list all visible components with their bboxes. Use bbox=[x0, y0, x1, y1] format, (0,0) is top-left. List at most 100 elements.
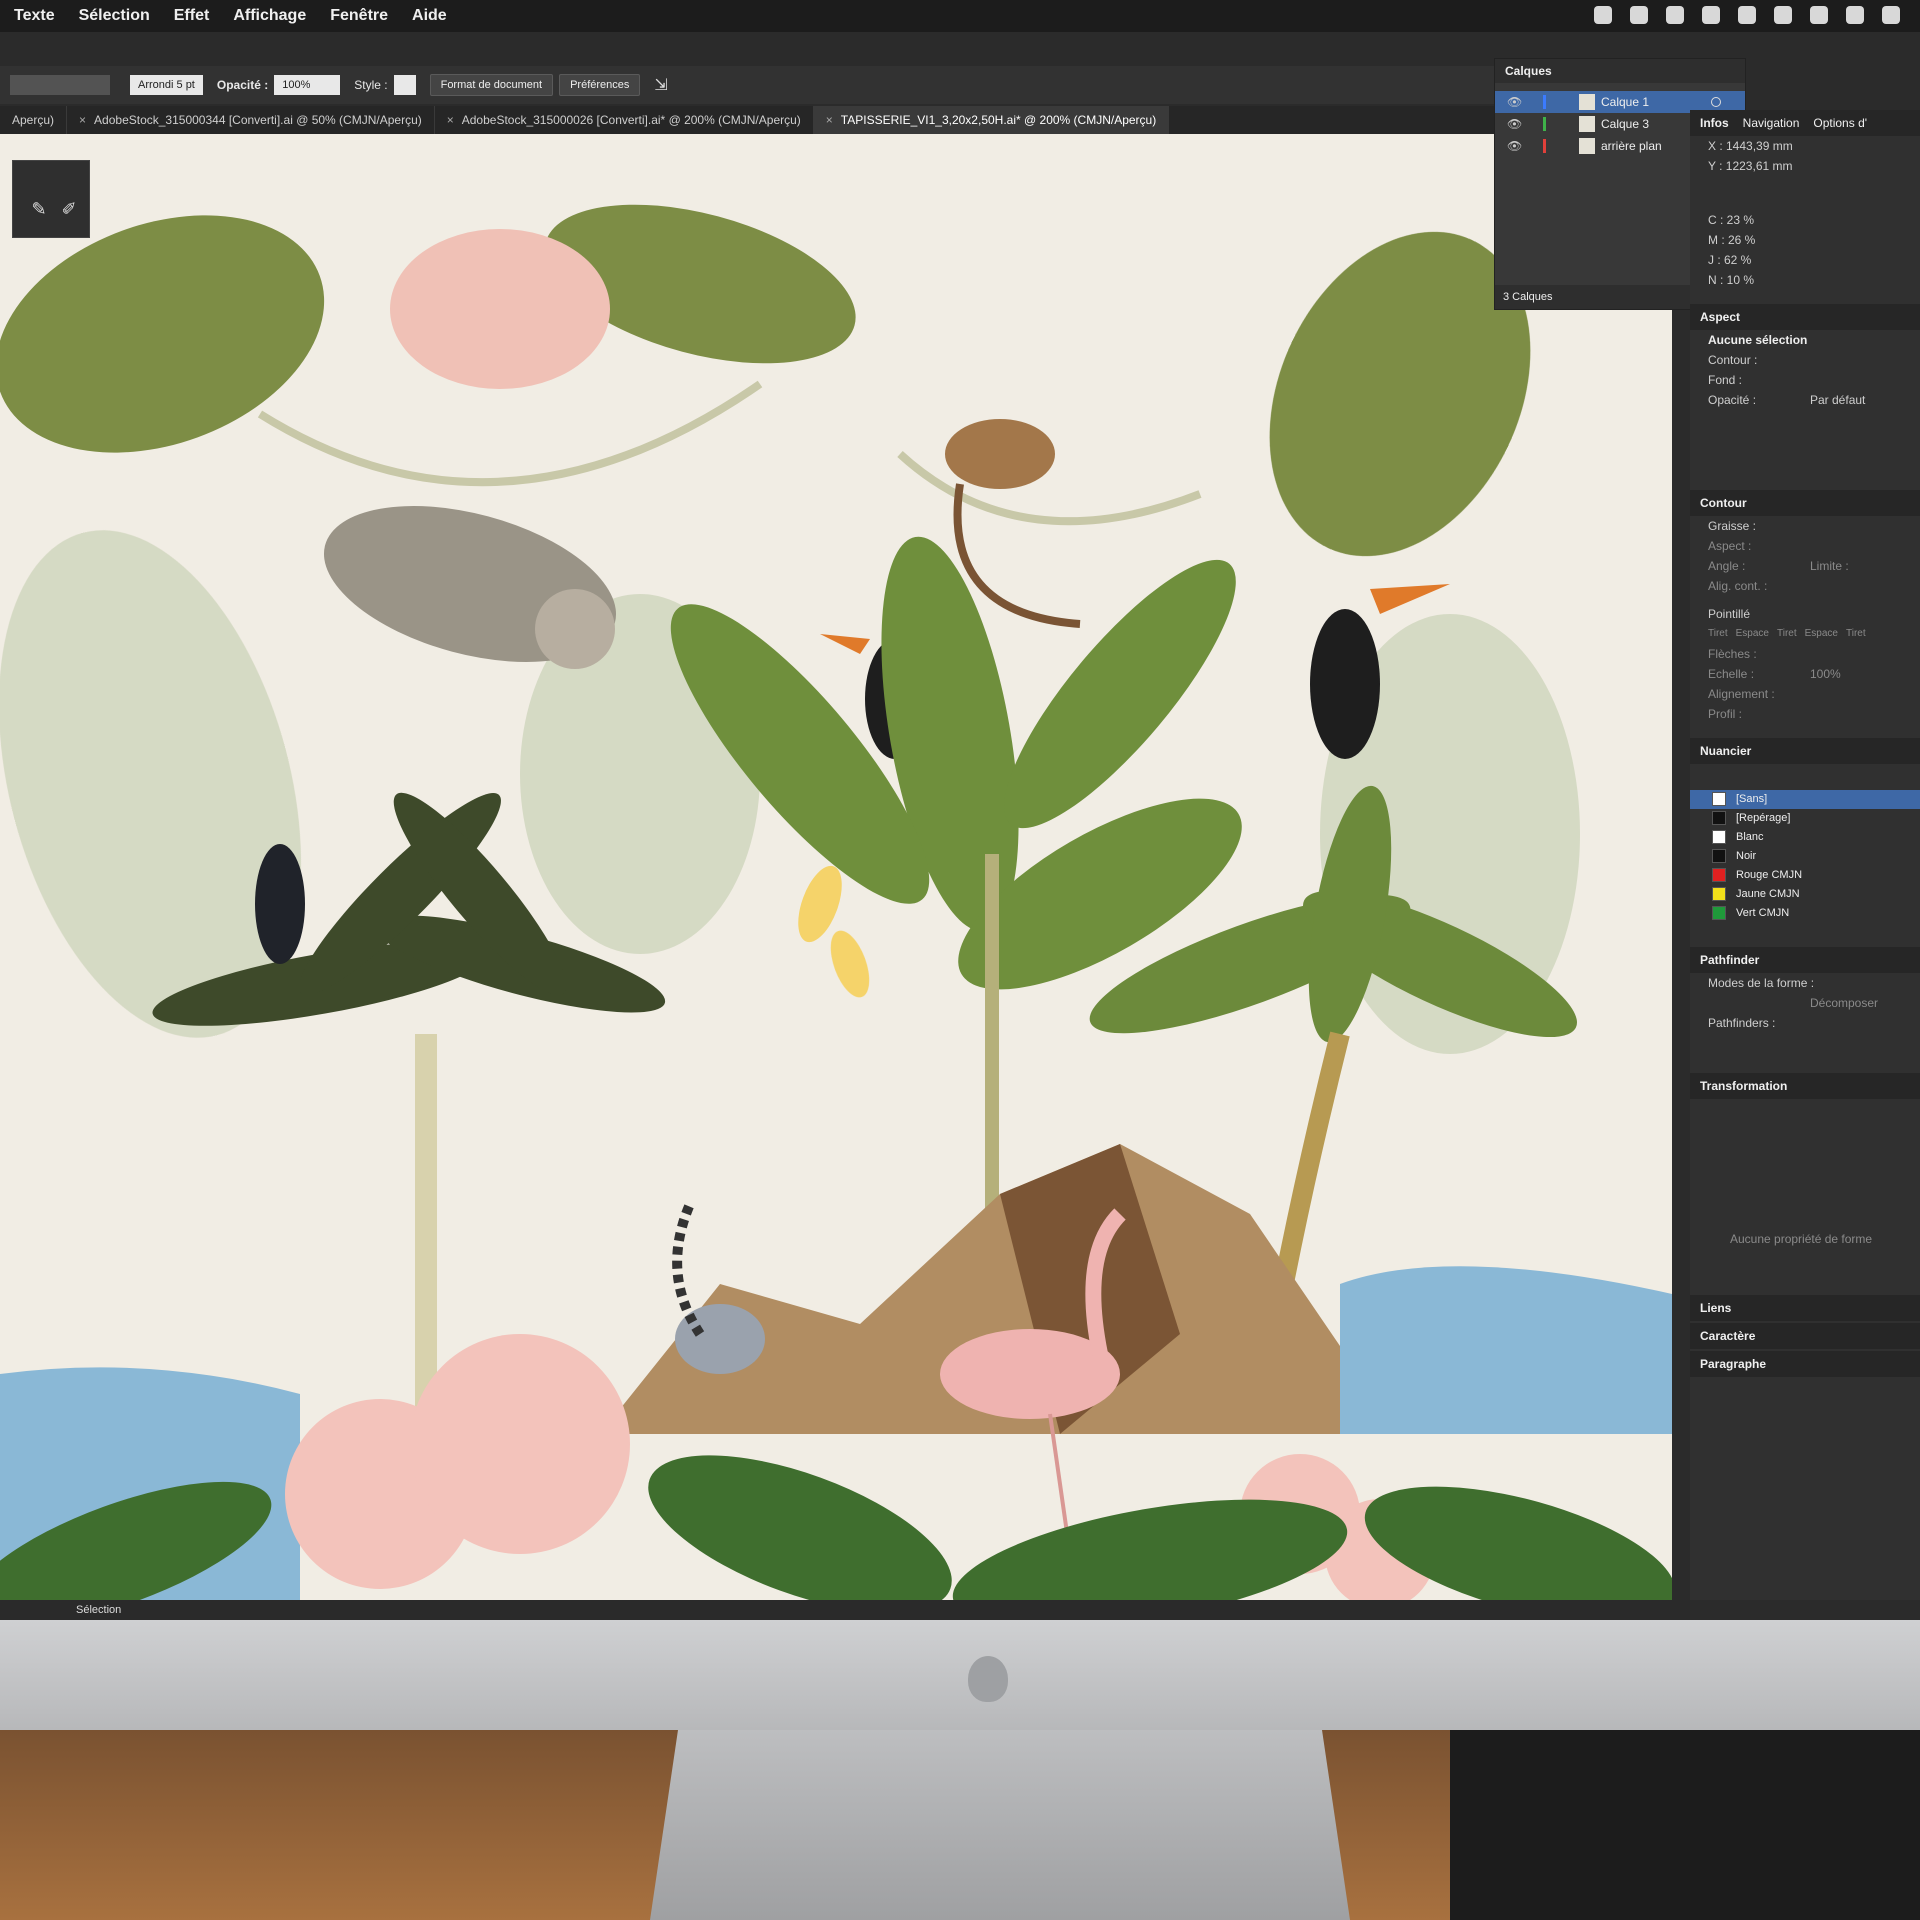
aspect-panel-title: Aspect bbox=[1690, 304, 1920, 330]
monitor-bezel bbox=[0, 1620, 1920, 1730]
menu-texte[interactable]: Texte bbox=[14, 7, 55, 25]
status-bar: Sélection bbox=[0, 1600, 1690, 1620]
pointille-checkbox[interactable]: Pointillé bbox=[1690, 604, 1920, 624]
paragraph-panel-title[interactable]: Paragraphe bbox=[1690, 1351, 1920, 1377]
tab-document[interactable]: × AdobeStock_315000344 [Converti].ai @ 50… bbox=[67, 106, 435, 134]
arrange-icon[interactable]: ⇲ bbox=[654, 75, 667, 95]
aspect-contour-row[interactable]: Contour : bbox=[1690, 350, 1920, 370]
pathfinder-panel-title: Pathfinder bbox=[1690, 947, 1920, 973]
tray-icon[interactable] bbox=[1738, 6, 1756, 24]
opacity-label: Opacité : bbox=[216, 78, 269, 92]
layer-thumbnail bbox=[1579, 94, 1595, 110]
swatch-item[interactable]: Blanc bbox=[1690, 828, 1920, 847]
menu-affichage[interactable]: Affichage bbox=[233, 7, 306, 25]
system-tray bbox=[1594, 6, 1900, 24]
close-icon[interactable]: × bbox=[826, 113, 833, 127]
tab-document[interactable]: Aperçu) bbox=[0, 106, 68, 134]
swatch-item[interactable]: [Repérage] bbox=[1690, 809, 1920, 828]
tray-icon[interactable] bbox=[1666, 6, 1684, 24]
transform-empty-text: Aucune propriété de forme bbox=[1730, 1232, 1873, 1246]
monitor-stand bbox=[650, 1730, 1350, 1920]
aspect-fond-row[interactable]: Fond : bbox=[1690, 370, 1920, 390]
tab-infos[interactable]: Infos bbox=[1700, 110, 1729, 136]
layer-thumbnail bbox=[1579, 116, 1595, 132]
clock-icon[interactable] bbox=[1810, 6, 1828, 24]
tray-icon[interactable] bbox=[1594, 6, 1612, 24]
decomposer-button[interactable]: Décomposer bbox=[1690, 993, 1920, 1013]
swatch-item[interactable]: Noir bbox=[1690, 847, 1920, 866]
stroke-preview[interactable] bbox=[10, 75, 110, 95]
document-tabs: Aperçu) × AdobeStock_315000344 [Converti]… bbox=[0, 106, 1500, 134]
menu-bar: Texte Sélection Effet Affichage Fenêtre … bbox=[0, 0, 1920, 32]
info-n: N : 10 % bbox=[1708, 273, 1755, 287]
bluetooth-icon[interactable] bbox=[1846, 6, 1864, 24]
layer-color-marker bbox=[1543, 95, 1546, 109]
info-c: C : 23 % bbox=[1708, 213, 1755, 227]
layer-name: Calque 1 bbox=[1601, 95, 1650, 109]
close-icon[interactable]: × bbox=[447, 113, 454, 127]
layer-count: 3 Calques bbox=[1503, 291, 1553, 303]
tab-document-active[interactable]: × TAPISSERIE_VI1_3,20x2,50H.ai* @ 200% (C… bbox=[813, 106, 1170, 134]
preferences-button[interactable]: Préférences bbox=[559, 74, 641, 96]
aspect-opacity-row[interactable]: Opacité : Par défaut bbox=[1690, 390, 1920, 410]
dash-labels: Tiret Espace Tiret Espace Tiret bbox=[1708, 628, 1866, 639]
info-m: M : 26 % bbox=[1708, 233, 1756, 247]
desk-speaker bbox=[1450, 1730, 1920, 1920]
contour-panel-title: Contour bbox=[1690, 490, 1920, 516]
brush-select[interactable]: Arrondi 5 pt bbox=[130, 75, 203, 95]
paintbrush-icon[interactable]: ✎ bbox=[27, 197, 51, 221]
cloud-icon[interactable] bbox=[1702, 6, 1720, 24]
style-label: Style : bbox=[354, 78, 388, 92]
blob-brush-icon[interactable]: ✐ bbox=[57, 197, 81, 221]
screen: Texte Sélection Effet Affichage Fenêtre … bbox=[0, 0, 1920, 1620]
aspect-caps-label: Aspect : bbox=[1708, 539, 1752, 553]
apple-logo-icon bbox=[968, 1656, 1008, 1702]
swatch-item[interactable]: Rouge CMJN bbox=[1690, 866, 1920, 885]
info-x: X : 1443,39 mm bbox=[1708, 139, 1793, 153]
opacity-input[interactable]: 100% bbox=[274, 75, 341, 95]
menu-fenetre[interactable]: Fenêtre bbox=[330, 7, 388, 25]
layer-color-marker bbox=[1543, 139, 1546, 153]
swatch-item[interactable]: Vert CMJN bbox=[1690, 904, 1920, 923]
angle-label: Angle : Limite : bbox=[1708, 559, 1849, 573]
wifi-icon[interactable] bbox=[1882, 6, 1900, 24]
eye-icon[interactable]: 👁 bbox=[1507, 135, 1522, 157]
control-bar: Arrondi 5 pt Opacité : 100% Style : Form… bbox=[0, 66, 1500, 104]
brush-tools-panel: ✎ ✐ bbox=[12, 160, 90, 238]
links-panel-title[interactable]: Liens bbox=[1690, 1295, 1920, 1321]
graisse-label: Graisse : bbox=[1708, 519, 1757, 533]
swatches-panel-title: Nuancier bbox=[1690, 738, 1920, 764]
layer-color-marker bbox=[1543, 117, 1546, 131]
layer-name: arrière plan bbox=[1601, 139, 1662, 153]
character-panel-title[interactable]: Caractère bbox=[1690, 1323, 1920, 1349]
artboard[interactable] bbox=[0, 134, 1672, 1600]
tab-document[interactable]: × AdobeStock_315000026 [Converti].ai* @ 2… bbox=[435, 106, 814, 134]
style-swatch[interactable] bbox=[393, 75, 416, 95]
tray-icon[interactable] bbox=[1774, 6, 1792, 24]
tab-navigation[interactable]: Navigation bbox=[1743, 110, 1800, 136]
jungle-artwork bbox=[0, 134, 1672, 1600]
eye-icon[interactable]: 👁 bbox=[1507, 91, 1522, 113]
eye-icon[interactable]: 👁 bbox=[1507, 113, 1522, 135]
target-icon[interactable] bbox=[1711, 97, 1721, 107]
status-tool[interactable]: Sélection bbox=[76, 1604, 121, 1616]
aspect-selection: Aucune sélection bbox=[1708, 333, 1808, 347]
menu-effet[interactable]: Effet bbox=[174, 7, 210, 25]
menu-selection[interactable]: Sélection bbox=[79, 7, 150, 25]
pathfinders-label: Pathfinders : bbox=[1708, 1016, 1776, 1030]
menu-aide[interactable]: Aide bbox=[412, 7, 447, 25]
alig-label: Alig. cont. : bbox=[1708, 579, 1768, 593]
fleches-label: Flèches : bbox=[1708, 647, 1757, 661]
tray-icon[interactable] bbox=[1630, 6, 1648, 24]
transform-panel-title: Transformation bbox=[1690, 1073, 1920, 1099]
document-format-button[interactable]: Format de document bbox=[429, 74, 554, 96]
swatch-item[interactable]: Jaune CMJN bbox=[1690, 885, 1920, 904]
profil-label: Profil : bbox=[1708, 707, 1743, 721]
right-panels: Infos Navigation Options d' X : 1443,39 … bbox=[1690, 110, 1920, 1600]
close-icon[interactable]: × bbox=[79, 113, 86, 127]
info-panel-tabs: Infos Navigation Options d' bbox=[1690, 110, 1920, 136]
swatch-item[interactable]: [Sans] bbox=[1690, 790, 1920, 809]
echelle-row: Echelle :100% bbox=[1708, 667, 1841, 681]
tab-options[interactable]: Options d' bbox=[1813, 110, 1867, 136]
info-j: J : 62 % bbox=[1708, 253, 1752, 267]
